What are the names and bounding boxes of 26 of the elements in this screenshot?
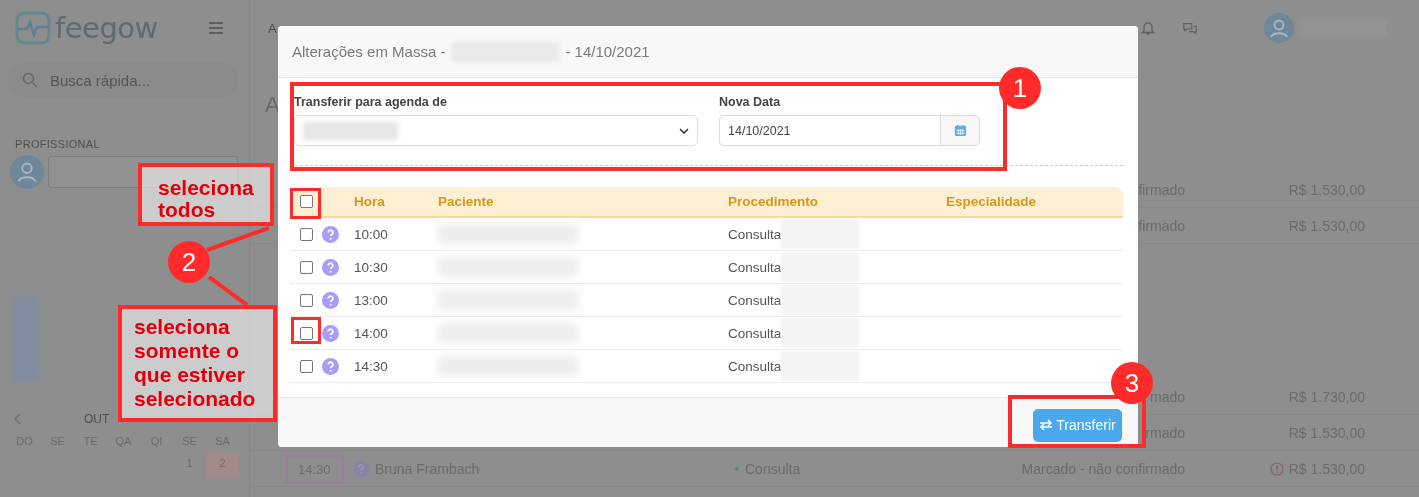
annotation-text: seleciona somente o que estiver selecionado — [134, 315, 257, 411]
column-header: Hora — [353, 194, 386, 209]
column-header: Procedimento — [727, 194, 820, 209]
column-header: Paciente — [437, 194, 495, 209]
table-cell: Consulta — [728, 358, 782, 374]
modal-title-date: - 14/10/2021 — [565, 43, 650, 60]
step-marker: 2 — [168, 241, 210, 283]
transfer-button[interactable]: Transferir — [1033, 408, 1122, 442]
table-cell-text: 10:30 — [353, 259, 389, 275]
modal-title: Alterações em Massa - — [292, 43, 446, 60]
table-cell-text: 14:00 — [353, 325, 389, 341]
month-label: OUT — [84, 412, 110, 426]
field-label: Transferir para agenda de — [294, 95, 448, 109]
nav-item[interactable]: A — [268, 20, 277, 36]
section-label: PROFISSIONAL — [15, 138, 101, 150]
table-cell: Consulta — [728, 292, 782, 308]
table-cell: Consulta — [728, 325, 782, 341]
table-cell-text: 14:30 — [353, 358, 389, 374]
table-cell: Consulta — [728, 226, 782, 242]
field-label: Nova Data — [719, 95, 782, 109]
column-header: Especialidade — [945, 194, 1038, 209]
table-cell-text: 10:00 — [353, 226, 389, 242]
table-cell-text: 13:00 — [353, 292, 389, 308]
annotation-text: seleciona todos — [158, 177, 255, 221]
date-field[interactable]: 14/10/2021 — [719, 115, 940, 146]
table-cell: Consulta — [728, 259, 782, 275]
